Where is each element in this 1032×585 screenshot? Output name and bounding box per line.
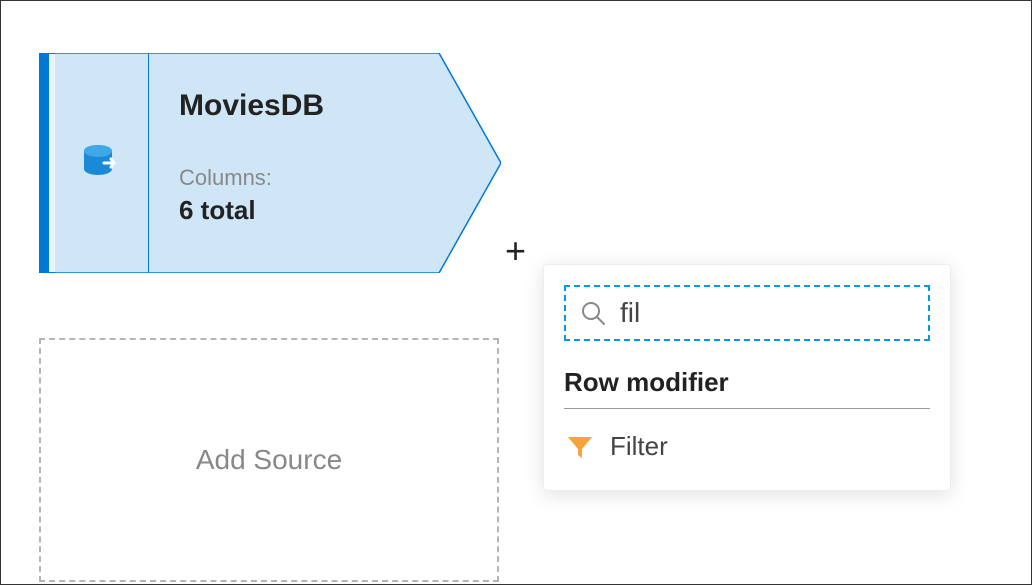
filter-icon (566, 433, 594, 461)
add-transformation-button[interactable]: + (505, 233, 526, 269)
menu-item-filter[interactable]: Filter (564, 427, 930, 466)
search-icon (580, 300, 606, 326)
add-source-label: Add Source (196, 444, 342, 476)
database-icon (80, 141, 124, 185)
section-header-row-modifier: Row modifier (564, 367, 930, 409)
source-accent-bar (39, 53, 49, 273)
dataflow-canvas: MoviesDB Columns: 6 total + Add Source R… (1, 1, 1031, 584)
menu-item-label: Filter (610, 431, 668, 462)
source-node[interactable]: MoviesDB Columns: 6 total (39, 53, 501, 273)
source-body: MoviesDB Columns: 6 total (149, 53, 501, 273)
source-columns-value: 6 total (179, 195, 471, 226)
source-title: MoviesDB (179, 89, 471, 123)
search-box[interactable] (564, 285, 930, 341)
transformation-popup: Row modifier Filter (543, 264, 951, 491)
add-source-placeholder[interactable]: Add Source (39, 338, 499, 582)
search-input[interactable] (620, 297, 914, 329)
source-icon-column (55, 53, 149, 273)
source-columns-label: Columns: (179, 165, 471, 191)
